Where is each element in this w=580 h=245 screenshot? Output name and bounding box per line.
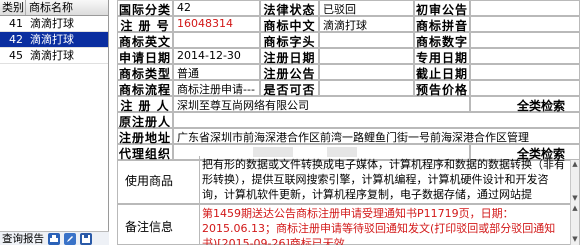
cn-name-value: 滴滴打球: [319, 16, 414, 32]
intl-class-value: 42: [173, 0, 260, 16]
scroll-down-icon[interactable]: ▼: [571, 235, 579, 243]
report-label: 查询报告: [2, 233, 44, 245]
process-label: 商标流程: [117, 80, 173, 97]
agency-label: 代理组织: [117, 144, 173, 161]
address-label: 注册地址: [117, 128, 173, 145]
reg-notice-label: 注册公告: [260, 64, 319, 81]
reg-date-value: [319, 48, 414, 64]
list-item-category: 41: [9, 17, 23, 30]
cn-name-label: 商标中文: [260, 16, 319, 33]
address-value: 广东省深圳市前海深港合作区前湾一路鲤鱼门街一号前海深港合作区管理: [173, 128, 580, 144]
remark-scrollbar[interactable]: ▲ ▼: [570, 204, 579, 245]
list-item-category: 45: [9, 49, 23, 62]
list-item[interactable]: 42 滴滴打球: [0, 32, 108, 48]
header-name[interactable]: 商标名称: [26, 0, 108, 15]
special-date-value: [470, 48, 580, 64]
en-name-label: 商标英文: [117, 32, 173, 49]
tm-type-value: 普通: [173, 64, 260, 80]
list-header: 类别 商标名称: [0, 0, 108, 16]
save-icon[interactable]: [80, 232, 92, 245]
list-item[interactable]: 41 滴滴打球: [0, 16, 108, 32]
trademark-detail: 国际分类 42 法律状态 已驳回 初审公告 注 册 号 16048314 商标中…: [117, 0, 580, 245]
expire-date-label: 截止日期: [414, 64, 470, 81]
apply-date-value: 2014-12-30: [173, 48, 260, 64]
digit-label: 商标数字: [414, 32, 470, 49]
registrant-value: 深圳至尊互尚网络有限公司: [173, 96, 470, 112]
process-value[interactable]: 商标注册申请---: [173, 80, 260, 96]
initial-value: [319, 32, 414, 48]
registrant-search-button[interactable]: 全类检索: [470, 96, 580, 113]
goods-label: 使用商品: [125, 174, 174, 188]
goods-text[interactable]: 把有形的数据或文件转换成电子媒体，计算机程序和数据的数据转换（非有形转换），提供…: [199, 156, 567, 204]
list-item-name: 滴滴打球: [30, 49, 74, 62]
registrant-label: 注 册 人: [117, 96, 173, 113]
header-category[interactable]: 类别: [0, 0, 26, 15]
scroll-down-icon[interactable]: ▼: [571, 194, 579, 202]
print-icon[interactable]: [48, 232, 60, 245]
trademark-list: 类别 商标名称 41 滴滴打球 42 滴滴打球 45 滴滴打球: [0, 0, 109, 231]
special-date-label: 专用日期: [414, 48, 470, 65]
scroll-up-icon[interactable]: ▲: [571, 204, 579, 212]
legal-status-value: 已驳回: [319, 0, 414, 16]
tm-type-label: 商标类型: [117, 64, 173, 81]
reg-notice-value: [319, 64, 414, 80]
reg-date-label: 注册日期: [260, 48, 319, 65]
legal-status-label: 法律状态: [260, 0, 319, 17]
reg-no-value: 16048314: [173, 16, 260, 32]
warning-value: [470, 80, 580, 96]
orig-registrant-label: 原注册人: [117, 112, 173, 129]
reg-no-label: 注 册 号: [117, 16, 173, 33]
goods-scrollbar[interactable]: ▲ ▼: [570, 160, 579, 204]
intl-class-label: 国际分类: [117, 0, 173, 17]
orig-registrant-value: [173, 112, 580, 128]
digit-value: [470, 32, 580, 48]
first-notice-value: [470, 0, 580, 16]
pinyin-value: [470, 16, 580, 32]
expire-date-value: [470, 64, 580, 80]
report-bar: 查询报告: [0, 231, 109, 245]
shared-value: [319, 80, 414, 96]
remark-text[interactable]: 第1459期送达公告商标注册申请受理通知书P11719页，日期：2015.06.…: [199, 204, 567, 245]
remark-label: 备注信息: [125, 220, 174, 234]
pinyin-label: 商标拼音: [414, 16, 470, 33]
edit-icon[interactable]: [64, 232, 76, 245]
warning-label: 预告价格: [414, 80, 470, 97]
apply-date-label: 申请日期: [117, 48, 173, 65]
list-item[interactable]: 45 滴滴打球: [0, 48, 108, 64]
list-item-category: 42: [9, 33, 23, 46]
list-item-name: 滴滴打球: [30, 17, 74, 30]
initial-label: 商标字头: [260, 32, 319, 49]
en-name-value: [173, 32, 260, 48]
first-notice-label: 初审公告: [414, 0, 470, 17]
list-item-name: 滴滴打球: [30, 33, 74, 46]
scroll-up-icon[interactable]: ▲: [571, 160, 579, 168]
shared-label: 是否可否: [260, 80, 319, 97]
